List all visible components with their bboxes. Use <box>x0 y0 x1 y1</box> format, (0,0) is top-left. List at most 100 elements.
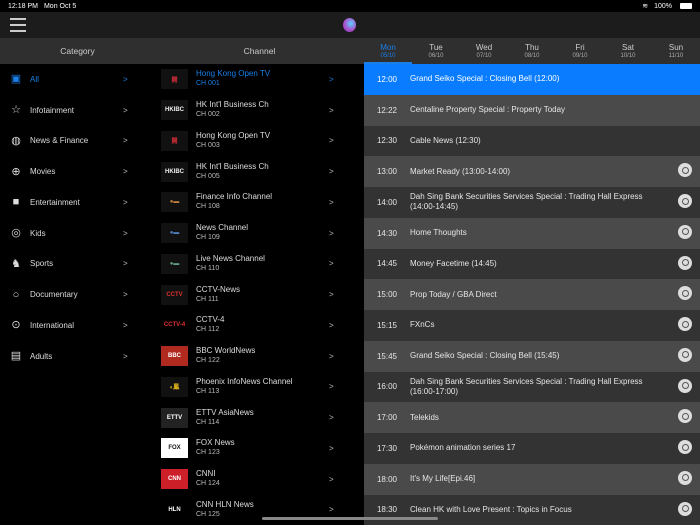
channel-item[interactable]: CCTV CCTV-News CH 111 > <box>155 279 364 310</box>
channel-item[interactable]: HKIBC HK Int'l Business Ch CH 005 > <box>155 156 364 187</box>
channel-item[interactable]: BBC BBC WorldNews CH 122 > <box>155 341 364 372</box>
program-row[interactable]: 14:45 Money Facetime (14:45) <box>364 248 700 280</box>
alarm-clock-icon[interactable] <box>678 224 692 239</box>
category-item-movies[interactable]: ⊕ Movies > <box>0 156 155 187</box>
day-date: 10/10 <box>620 53 636 59</box>
program-row[interactable]: 16:00 Dah Sing Bank Securities Services S… <box>364 371 700 403</box>
program-list: 12:00 Grand Seiko Special : Closing Bell … <box>364 64 700 525</box>
channel-text: Hong Kong Open TV CH 003 <box>196 131 270 151</box>
chevron-right-icon: > <box>123 290 128 300</box>
chevron-right-icon: > <box>329 505 334 515</box>
alarm-clock-icon[interactable] <box>678 255 692 270</box>
horse-icon: ♞ <box>11 257 21 270</box>
program-row[interactable]: 15:00 Prop Today / GBA Direct <box>364 279 700 310</box>
alarm-clock-icon[interactable] <box>678 378 692 393</box>
program-title: Dah Sing Bank Securities Services Specia… <box>410 192 643 212</box>
alarm-clock-icon[interactable] <box>678 470 692 485</box>
program-row[interactable]: 15:45 Grand Seiko Special : Closing Bell … <box>364 340 700 372</box>
category-item-documentary[interactable]: ○ Documentary > <box>0 279 155 310</box>
channel-text: CNN HLN News CH 125 <box>196 500 254 520</box>
chevron-right-icon: > <box>329 382 334 392</box>
category-item-sports[interactable]: ♞ Sports > <box>0 249 155 280</box>
category-label: Infotainment <box>30 105 75 115</box>
tab-day-mon[interactable]: Mon 05/10 <box>364 38 412 64</box>
chevron-right-icon: > <box>329 136 334 146</box>
app-logo <box>343 18 356 32</box>
channel-name: CCTV-News <box>196 284 241 294</box>
channel-item[interactable]: CCTV-4 CCTV-4 CH 112 > <box>155 310 364 341</box>
program-row[interactable]: 15:15 FXnCs <box>364 310 700 341</box>
channel-item[interactable]: ●▬ News Channel CH 109 > <box>155 218 364 249</box>
category-item-adults[interactable]: ▤ Adults > <box>0 341 155 372</box>
program-row[interactable]: 14:00 Dah Sing Bank Securities Services S… <box>364 187 700 218</box>
channel-item[interactable]: HKIBC HK Int'l Business Ch CH 002 > <box>155 95 364 126</box>
channel-text: HK Int'l Business Ch CH 002 <box>196 100 269 120</box>
alarm-clock-icon[interactable] <box>678 347 692 362</box>
category-item-news-finance[interactable]: ◍ News & Finance > <box>0 126 155 157</box>
program-row[interactable]: 12:30 Cable News (12:30) <box>364 125 700 157</box>
channel-item[interactable]: CNN CNNI CH 124 > <box>155 464 364 495</box>
channel-item[interactable]: 開 Hong Kong Open TV CH 003 > <box>155 126 364 157</box>
category-item-international[interactable]: ⊙ International > <box>0 310 155 341</box>
channel-logo: FOX <box>161 438 188 459</box>
channel-text: HK Int'l Business Ch CH 005 <box>196 162 269 182</box>
day-name: Wed <box>475 43 493 52</box>
category-item-kids[interactable]: ◎ Kids > <box>0 218 155 249</box>
category-label: Entertainment <box>30 197 80 207</box>
channel-item[interactable]: ETTV ETTV AsiaNews CH 114 > <box>155 402 364 433</box>
program-title: Home Thoughts <box>410 228 467 238</box>
program-row[interactable]: 18:30 Clean HK with Love Present : Topics… <box>364 494 700 525</box>
channel-text: ETTV AsiaNews CH 114 <box>196 408 254 428</box>
alarm-clock-icon[interactable] <box>678 317 692 331</box>
category-item-all[interactable]: ▣ All > <box>0 64 155 95</box>
channel-item[interactable]: 開 Hong Kong Open TV CH 001 > <box>155 64 364 95</box>
chevron-right-icon: > <box>329 105 334 115</box>
channel-name: CCTV-4 <box>196 315 225 325</box>
wifi-icon: ≋ <box>642 3 649 10</box>
status-bar: 12:18 PM Mon Oct 5 ≋ 100% <box>0 0 700 12</box>
channel-number: CH 124 <box>196 480 220 488</box>
program-row[interactable]: 12:00 Grand Seiko Special : Closing Bell … <box>364 64 700 95</box>
tab-day-thu[interactable]: Thu 08/10 <box>508 38 556 64</box>
category-label: Documentary <box>30 290 78 300</box>
program-row[interactable]: 12:22 Centaline Property Special : Proper… <box>364 94 700 126</box>
tab-day-tue[interactable]: Tue 06/10 <box>412 38 460 64</box>
program-row[interactable]: 17:00 Telekids <box>364 402 700 433</box>
channel-item[interactable]: FOX FOX News CH 123 > <box>155 433 364 464</box>
tab-day-fri[interactable]: Fri 09/10 <box>556 38 604 64</box>
channel-logo: ETTV <box>161 407 188 428</box>
alarm-clock-icon[interactable] <box>678 501 692 516</box>
alarm-clock-icon[interactable] <box>678 440 692 454</box>
category-item-entertainment[interactable]: ■ Entertainment > <box>0 187 155 218</box>
alarm-clock-icon[interactable] <box>678 194 692 208</box>
channel-text: Finance Info Channel CH 108 <box>196 192 272 212</box>
program-title: Pokémon animation series 17 <box>410 443 516 453</box>
channel-logo: HKIBC <box>161 161 188 182</box>
channel-item[interactable]: ●▬ Finance Info Channel CH 108 > <box>155 187 364 218</box>
program-row[interactable]: 17:30 Pokémon animation series 17 <box>364 433 700 464</box>
tv-star-icon: ☆ <box>11 104 21 117</box>
program-row[interactable]: 18:00 It's My Life[Epi.46] <box>364 463 700 495</box>
program-row[interactable]: 13:00 Market Ready (13:00-14:00) <box>364 156 700 187</box>
channel-item[interactable]: ◐鳳 Phoenix InfoNews Channel CH 113 > <box>155 372 364 403</box>
channel-text: CCTV-News CH 111 <box>196 285 240 305</box>
program-row[interactable]: 14:30 Home Thoughts <box>364 217 700 249</box>
channel-name: ETTV AsiaNews <box>196 407 254 417</box>
chevron-right-icon: > <box>329 443 334 453</box>
tab-day-sun[interactable]: Sun 11/10 <box>652 38 700 64</box>
status-time: 12:18 PM <box>8 2 38 10</box>
category-item-infotainment[interactable]: ☆ Infotainment > <box>0 95 155 126</box>
channel-text: CNNI CH 124 <box>196 469 220 489</box>
channel-name: Hong Kong Open TV <box>196 69 271 79</box>
channel-number: CH 005 <box>196 172 220 180</box>
chevron-right-icon: > <box>329 74 334 84</box>
program-time: 18:30 <box>376 505 398 515</box>
tab-day-wed[interactable]: Wed 07/10 <box>460 38 508 64</box>
channel-logo: ●▬ <box>161 192 188 213</box>
channel-item[interactable]: ●▬ Live News Channel CH 110 > <box>155 249 364 280</box>
hamburger-menu-icon[interactable] <box>10 18 26 32</box>
chevron-right-icon: > <box>329 413 334 423</box>
tab-day-sat[interactable]: Sat 10/10 <box>604 38 652 64</box>
channel-item[interactable]: HLN CNN HLN News CH 125 > <box>155 495 364 525</box>
channel-number: CH 001 <box>196 80 220 88</box>
